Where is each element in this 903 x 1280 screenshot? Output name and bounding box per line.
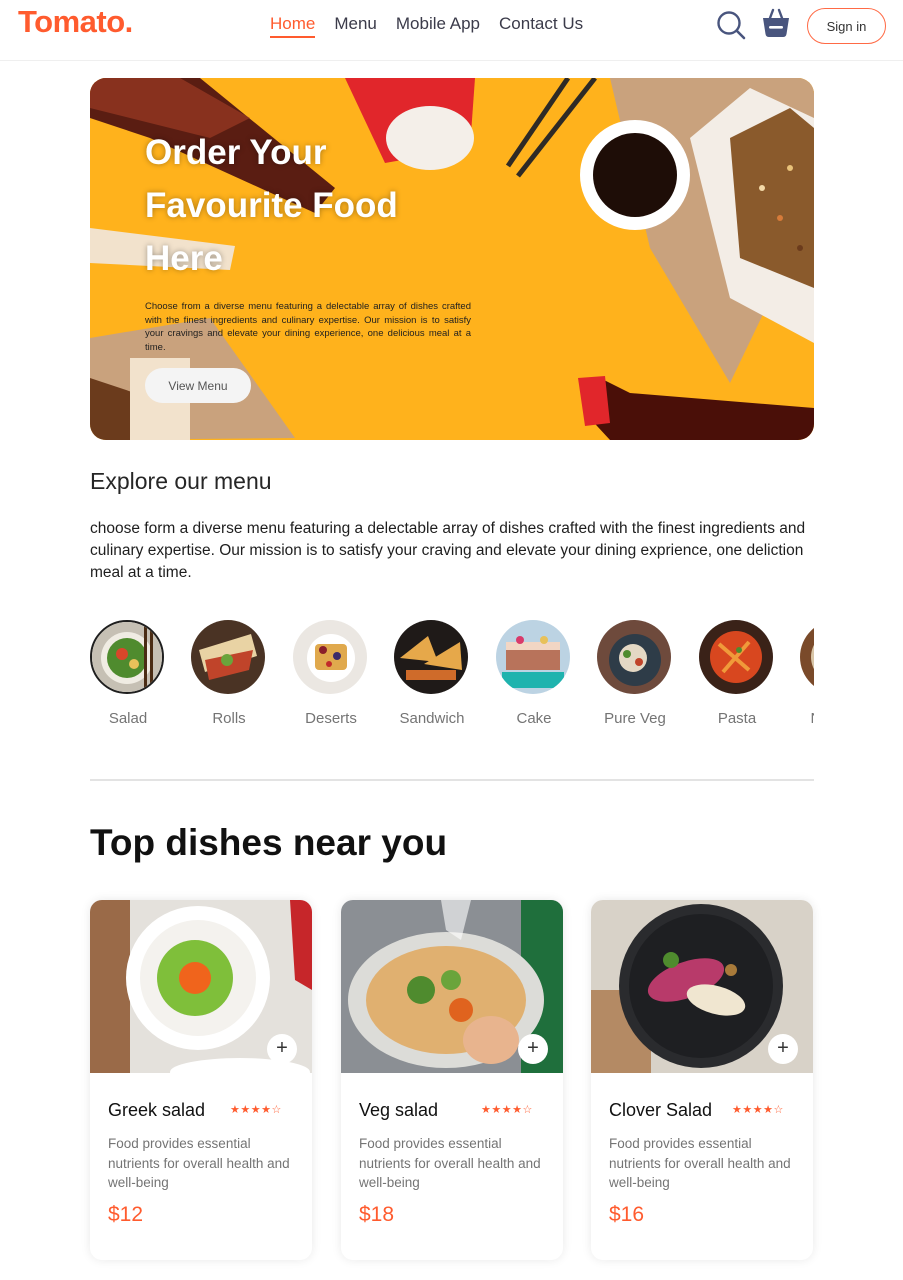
dish-description: Food provides essential nutrients for ov… xyxy=(609,1136,791,1190)
menu-item-label: Pure Veg xyxy=(604,710,666,727)
hero-description: Choose from a diverse menu featuring a d… xyxy=(145,301,471,353)
menu-item-image[interactable] xyxy=(699,620,773,694)
dish-price: $18 xyxy=(359,1203,395,1226)
rating-stars: ★★★★☆ xyxy=(732,1104,784,1116)
sign-in-button[interactable]: Sign in xyxy=(807,8,886,44)
food-card[interactable]: + Veg salad ★★★★☆ Food provides essentia… xyxy=(341,900,563,1260)
dish-name: Veg salad xyxy=(359,1100,439,1120)
nav-links: Home Menu Mobile App Contact Us xyxy=(270,14,583,38)
basket-icon[interactable] xyxy=(760,7,792,39)
logo[interactable]: Tomato. xyxy=(18,4,133,40)
hero-banner: Order Your Favourite Food Here Choose fr… xyxy=(90,78,814,440)
menu-item-label: Noodles xyxy=(800,710,814,727)
menu-item-image[interactable] xyxy=(800,620,814,694)
menu-item-noodles[interactable]: Noodles xyxy=(800,620,814,727)
explore-menu-text: choose form a diverse menu featuring a d… xyxy=(90,520,806,581)
menu-item-rolls[interactable]: Rolls xyxy=(191,620,267,727)
food-card[interactable]: + Clover Salad ★★★★☆ Food provides essen… xyxy=(591,900,813,1260)
add-to-cart-button[interactable]: + xyxy=(267,1034,297,1064)
menu-item-salad[interactable]: Salad xyxy=(90,620,166,727)
menu-item-label: Sandwich xyxy=(399,710,465,727)
menu-item-pasta[interactable]: Pasta xyxy=(699,620,775,727)
menu-item-image[interactable] xyxy=(394,620,468,694)
menu-item-label: Cake xyxy=(516,710,552,727)
nav-link-contact-us[interactable]: Contact Us xyxy=(499,14,583,38)
dish-description: Food provides essential nutrients for ov… xyxy=(359,1136,541,1190)
dish-description: Food provides essential nutrients for ov… xyxy=(108,1136,290,1190)
hero-title: Order Your Favourite Food Here xyxy=(145,133,398,278)
menu-item-cake[interactable]: Cake xyxy=(496,620,572,727)
menu-item-label: Rolls xyxy=(212,710,246,727)
menu-item-label: Pasta xyxy=(717,710,757,727)
top-dishes-title: Top dishes near you xyxy=(90,822,448,863)
menu-item-image[interactable] xyxy=(293,620,367,694)
menu-item-image[interactable] xyxy=(90,620,164,694)
dish-price: $16 xyxy=(609,1203,645,1226)
menu-item-label: Salad xyxy=(108,710,148,727)
food-card[interactable]: + Greek salad ★★★★☆ Food provides essent… xyxy=(90,900,312,1260)
rating-stars: ★★★★☆ xyxy=(481,1104,533,1116)
section-divider xyxy=(90,779,814,781)
dish-name: Greek salad xyxy=(108,1100,206,1120)
nav-link-home[interactable]: Home xyxy=(270,14,316,38)
nav-link-mobile-app[interactable]: Mobile App xyxy=(396,14,480,38)
menu-item-image[interactable] xyxy=(496,620,570,694)
menu-item-pure-veg[interactable]: Pure Veg xyxy=(597,620,673,727)
explore-menu-title: Explore our menu xyxy=(90,468,272,494)
menu-category-list[interactable]: Salad Rolls Deserts Sandwich Cake Pure V… xyxy=(90,620,814,740)
nav-link-menu[interactable]: Menu xyxy=(334,14,377,38)
menu-item-image[interactable] xyxy=(191,620,265,694)
menu-item-label: Deserts xyxy=(305,710,357,727)
add-to-cart-button[interactable]: + xyxy=(518,1034,548,1064)
add-to-cart-button[interactable]: + xyxy=(768,1034,798,1064)
dish-name: Clover Salad xyxy=(609,1100,713,1120)
menu-item-sandwich[interactable]: Sandwich xyxy=(394,620,470,727)
menu-item-deserts[interactable]: Deserts xyxy=(293,620,369,727)
search-icon[interactable] xyxy=(716,10,746,40)
navbar: Tomato. Home Menu Mobile App Contact Us … xyxy=(0,0,903,61)
rating-stars: ★★★★☆ xyxy=(230,1104,282,1116)
dish-price: $12 xyxy=(108,1203,144,1226)
menu-item-image[interactable] xyxy=(597,620,671,694)
view-menu-button[interactable]: View Menu xyxy=(145,368,251,403)
